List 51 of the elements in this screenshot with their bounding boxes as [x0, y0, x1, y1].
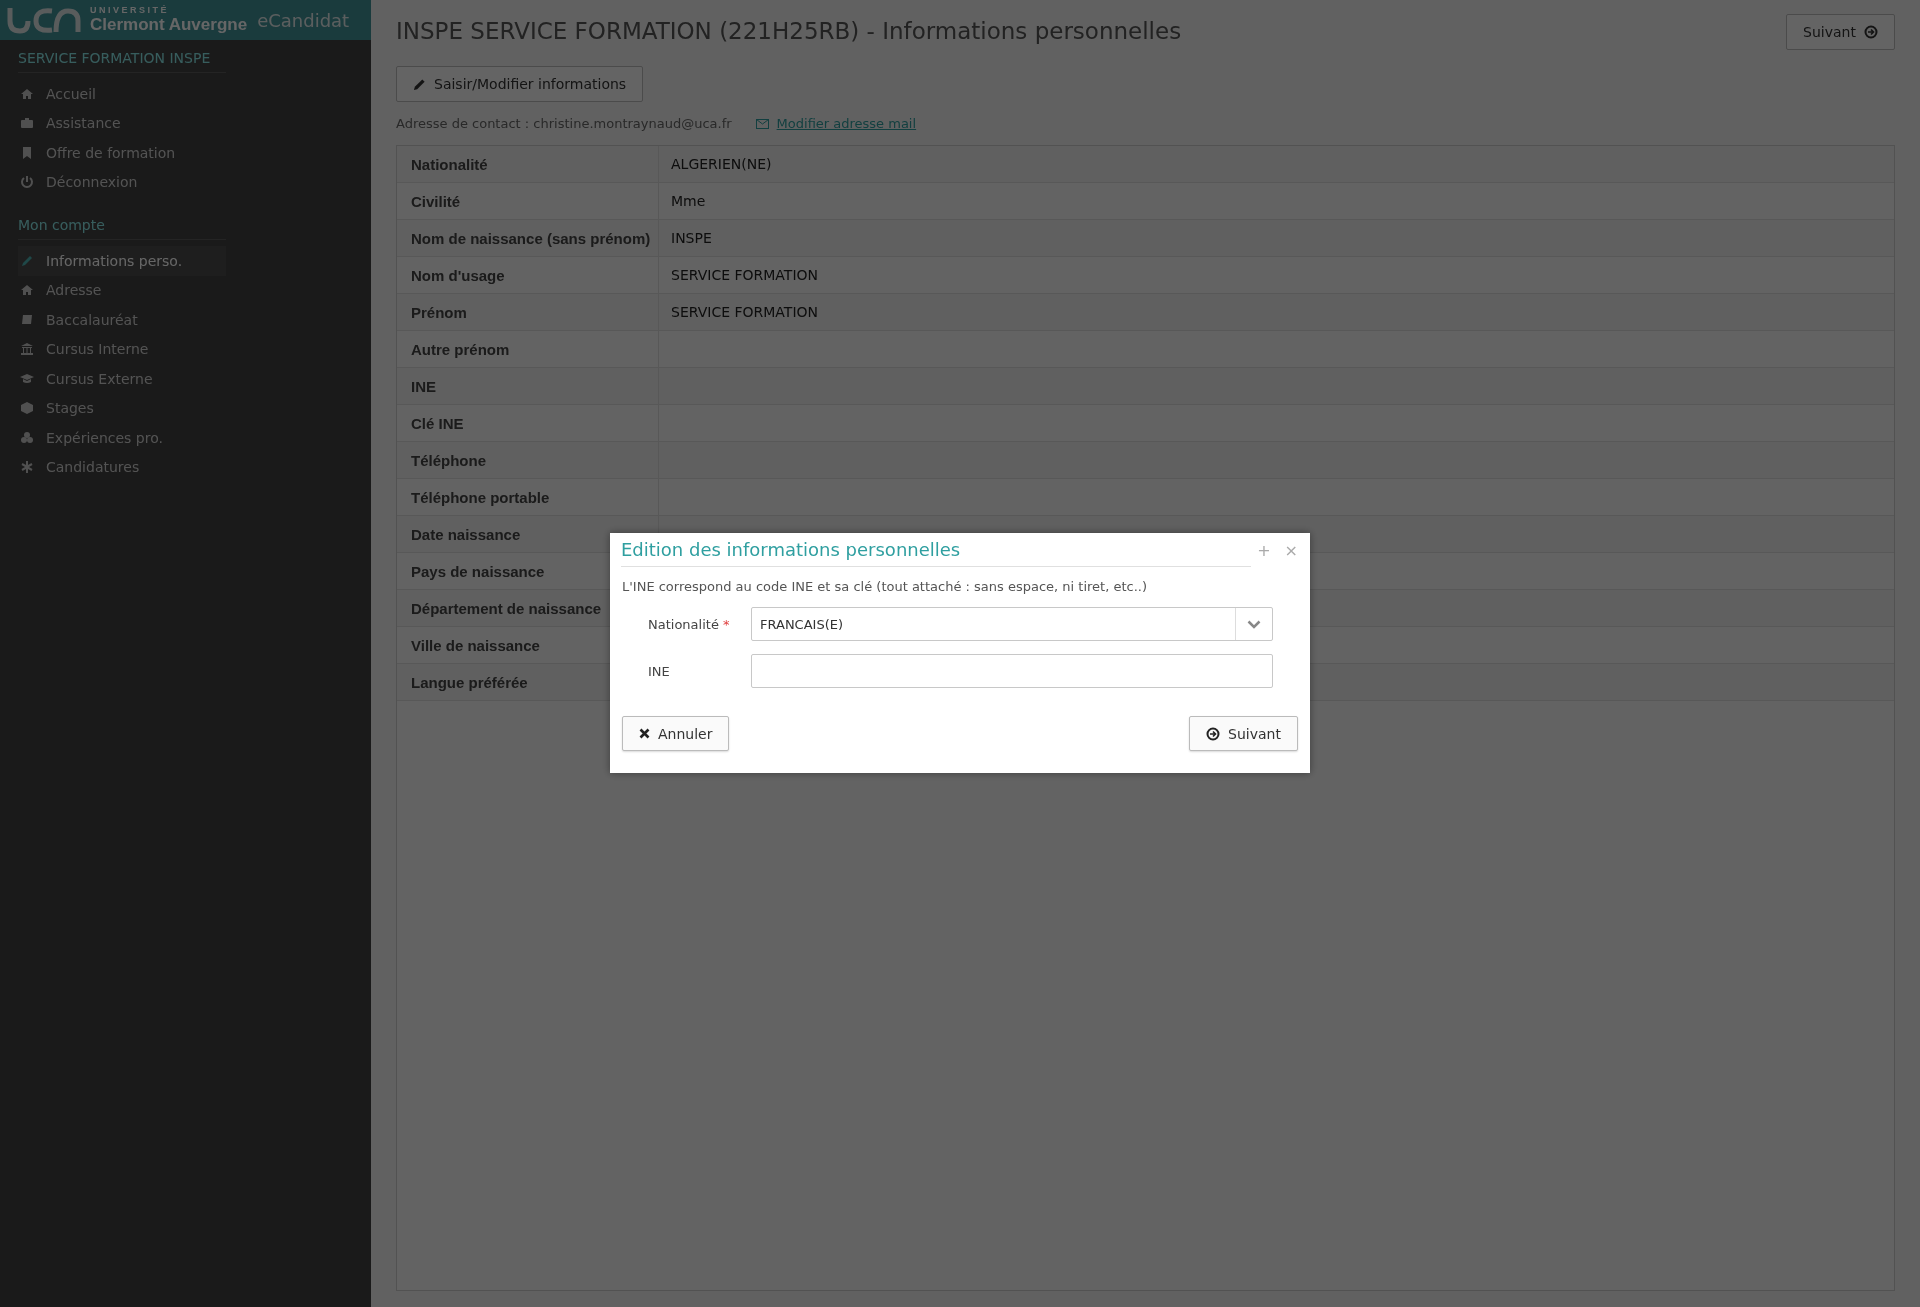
- bank-icon: [20, 342, 34, 357]
- field-label: Prénom: [397, 294, 659, 330]
- dialog-title: Edition des informations personnelles: [621, 533, 1251, 567]
- field-value: SERVICE FORMATION: [670, 266, 818, 285]
- logo-icon: [6, 5, 82, 35]
- field-label: INE: [397, 368, 659, 404]
- field-value: SERVICE FORMATION: [670, 303, 818, 322]
- contact-address: Adresse de contact : christine.montraynaud@uca.fr: [396, 116, 732, 131]
- field-label: Téléphone: [397, 442, 659, 478]
- chevron-down-icon: [1247, 619, 1261, 629]
- graduation-cap-icon: [20, 371, 34, 386]
- home-icon: [20, 283, 34, 298]
- cube-icon: [20, 401, 34, 416]
- field-label: Civilité: [397, 183, 659, 219]
- university-name: Clermont Auvergne: [90, 15, 248, 34]
- close-button[interactable]: ×: [1284, 540, 1298, 560]
- home-icon: [20, 86, 34, 101]
- edit-button[interactable]: Saisir/Modifier informations: [396, 66, 644, 102]
- pencil-icon: [413, 77, 426, 91]
- cancel-button[interactable]: Annuler: [622, 716, 730, 751]
- pencil-icon: [20, 253, 34, 268]
- bookmark-icon: [20, 145, 34, 160]
- university-label: UNIVERSITÉ: [90, 6, 170, 16]
- field-label: Téléphone portable: [397, 479, 659, 515]
- next-button[interactable]: Suivant: [1786, 14, 1895, 50]
- field-value: Mme: [670, 192, 706, 211]
- change-mail-link[interactable]: Modifier adresse mail: [755, 116, 917, 131]
- field-value: ALGERIEN(NE): [670, 155, 772, 174]
- nationality-select[interactable]: FRANCAIS(E): [751, 607, 1273, 641]
- field-label: Nationalité: [397, 146, 659, 182]
- arrow-circle-icon: [1206, 726, 1221, 741]
- asterisk-icon: [20, 460, 34, 475]
- field-label: Clé INE: [397, 405, 659, 441]
- close-icon: [639, 728, 650, 739]
- next-button[interactable]: Suivant: [1189, 716, 1298, 751]
- field-label: Autre prénom: [397, 331, 659, 367]
- field-label: Nom de naissance (sans prénom): [397, 220, 659, 256]
- page-title: INSPE SERVICE FORMATION (221H25RB) - Informations personnelles: [396, 18, 1182, 44]
- field-label: Nom d'usage: [397, 257, 659, 293]
- sidebar-section-title: Mon compte: [18, 207, 226, 240]
- envelope-icon: [755, 118, 769, 129]
- sidebar-item[interactable]: Informations perso.: [18, 246, 226, 276]
- required-marker: *: [722, 616, 730, 632]
- field-value: INSPE: [670, 229, 712, 248]
- power-icon: [20, 175, 34, 190]
- ine-input-field[interactable]: [751, 654, 1273, 688]
- sidebar-section-title: SERVICE FORMATION INSPE: [18, 40, 226, 73]
- maximize-button[interactable]: +: [1257, 540, 1271, 560]
- book-icon: [20, 312, 34, 327]
- app-name: eCandidat: [257, 9, 350, 31]
- arrow-circle-icon: [1864, 25, 1878, 39]
